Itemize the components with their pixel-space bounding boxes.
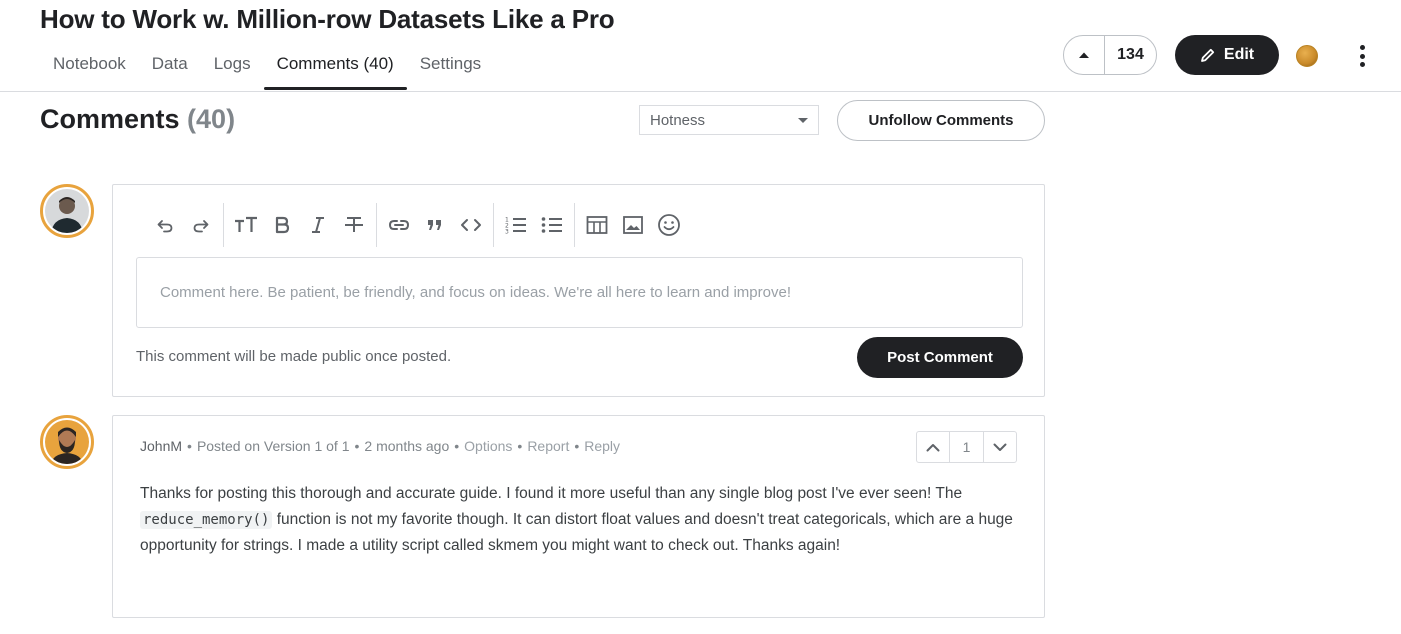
vote-count: 134	[1117, 46, 1144, 63]
page-title: How to Work w. Million-row Datasets Like…	[40, 4, 615, 34]
unfollow-comments-button[interactable]: Unfollow Comments	[837, 100, 1045, 141]
code-icon[interactable]	[457, 211, 485, 239]
chevron-down-icon	[993, 443, 1007, 451]
header-divider	[0, 91, 1401, 92]
comment-author-photo	[45, 420, 89, 464]
italic-icon[interactable]	[304, 211, 332, 239]
meta-separator: •	[517, 438, 523, 454]
tab-logs[interactable]: Logs	[201, 52, 264, 90]
user-avatar[interactable]	[1296, 45, 1318, 67]
tab-bar: Notebook Data Logs Comments (40) Setting…	[40, 52, 494, 92]
more-options-icon[interactable]	[1350, 42, 1374, 70]
strikethrough-icon[interactable]	[340, 211, 368, 239]
comment-reply-link[interactable]: Reply	[584, 438, 620, 454]
text-size-icon[interactable]	[232, 211, 260, 239]
link-icon[interactable]	[385, 211, 413, 239]
comment-upvote-button[interactable]	[917, 432, 950, 462]
toolbar-group-format	[224, 203, 377, 247]
toolbar-group-insert	[377, 203, 494, 247]
post-comment-button[interactable]: Post Comment	[857, 337, 1023, 378]
comment-editor: 123 Comment here. Be patient, be friendl…	[112, 184, 1045, 397]
comment-author-name[interactable]: JohnM	[140, 438, 182, 454]
comment-meta: JohnM • Posted on Version 1 of 1 • 2 mon…	[140, 438, 620, 454]
comment-body: Thanks for posting this thorough and acc…	[140, 481, 1020, 559]
chevron-up-icon	[926, 443, 940, 451]
toolbar-group-history	[143, 203, 224, 247]
comment-time-ago: 2 months ago	[364, 438, 450, 454]
comment-downvote-button[interactable]	[983, 432, 1016, 462]
upvote-button[interactable]	[1064, 36, 1105, 74]
comments-heading: Comments (40)	[40, 104, 235, 135]
edit-button[interactable]: Edit	[1175, 35, 1279, 75]
tab-comments[interactable]: Comments (40)	[263, 52, 407, 90]
ordered-list-icon[interactable]: 123	[502, 211, 530, 239]
emoji-icon[interactable]	[655, 211, 683, 239]
inline-code: reduce_memory()	[140, 510, 273, 529]
tab-data[interactable]: Data	[139, 52, 201, 90]
comment-report-link[interactable]: Report	[527, 438, 569, 454]
toolbar-group-lists: 123	[494, 203, 575, 247]
meta-separator: •	[574, 438, 580, 454]
comment-options-link[interactable]: Options	[464, 438, 512, 454]
sort-selected-value: Hotness	[650, 111, 706, 129]
comment-author-avatar[interactable]	[40, 415, 94, 469]
toolbar-group-media	[575, 203, 691, 247]
comment-input[interactable]: Comment here. Be patient, be friendly, a…	[136, 257, 1023, 328]
undo-icon[interactable]	[151, 211, 179, 239]
comment-vote-widget: 1	[916, 431, 1017, 463]
pencil-icon	[1200, 48, 1214, 62]
bullet-list-icon[interactable]	[538, 211, 566, 239]
public-note: This comment will be made public once po…	[136, 348, 452, 365]
tab-settings[interactable]: Settings	[407, 52, 494, 90]
notebook-vote-widget: 134	[1063, 35, 1157, 75]
current-user-photo	[45, 189, 89, 233]
quote-icon[interactable]	[421, 211, 449, 239]
chevron-down-icon	[798, 117, 808, 123]
meta-separator: •	[354, 438, 360, 454]
comment-posted-on: Posted on Version 1 of 1	[196, 438, 350, 454]
comments-heading-label: Comments	[40, 104, 180, 134]
image-icon[interactable]	[619, 211, 647, 239]
comment-vote-count: 1	[962, 439, 971, 455]
sort-dropdown[interactable]: Hotness	[639, 105, 819, 135]
meta-separator: •	[187, 438, 192, 454]
redo-icon[interactable]	[187, 211, 215, 239]
meta-separator: •	[454, 438, 460, 454]
table-icon[interactable]	[583, 211, 611, 239]
bold-icon[interactable]	[268, 211, 296, 239]
comments-count: (40)	[187, 104, 236, 134]
svg-text:3: 3	[505, 229, 509, 236]
caret-up-icon	[1079, 52, 1089, 58]
edit-label: Edit	[1223, 46, 1255, 63]
current-user-avatar	[40, 184, 94, 238]
tab-notebook[interactable]: Notebook	[40, 52, 139, 90]
comment-text-part: Thanks for posting this thorough and acc…	[140, 485, 963, 502]
comment-item: JohnM • Posted on Version 1 of 1 • 2 mon…	[112, 415, 1045, 618]
editor-toolbar: 123	[143, 203, 691, 247]
